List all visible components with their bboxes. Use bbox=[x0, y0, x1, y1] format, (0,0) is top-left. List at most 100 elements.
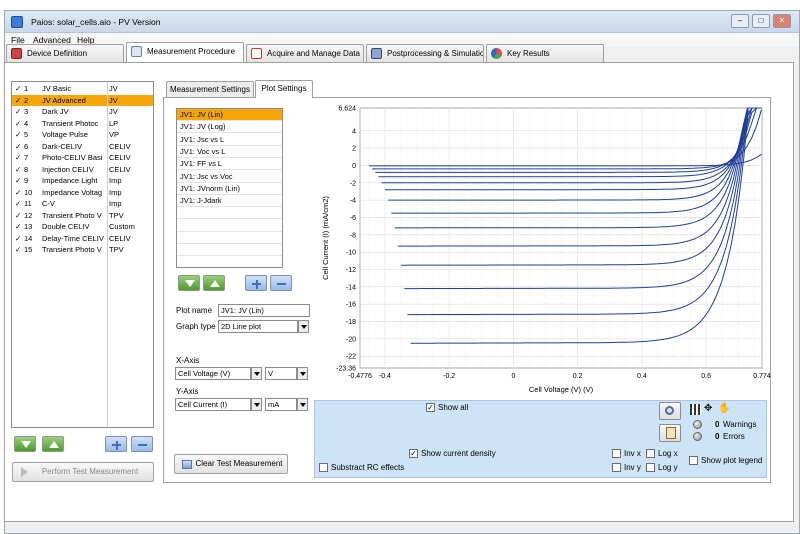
plot-list-empty-row[interactable] bbox=[177, 220, 282, 232]
step-name: JV Advanced bbox=[42, 95, 86, 105]
tab-measurement-procedure[interactable]: Measurement Procedure bbox=[126, 42, 244, 62]
step-row[interactable]: ✓ 7 Photo-CELIV Basi CELIV bbox=[12, 152, 153, 164]
step-row[interactable]: ✓ 14 Delay-Time CELIV CELIV bbox=[12, 233, 153, 245]
plot-list-item[interactable]: JV1: J-Jdark bbox=[177, 195, 282, 208]
plot-list-item[interactable]: JV1: Jsc vs L bbox=[177, 134, 282, 146]
plot-list-item[interactable]: JV1: FF vs L bbox=[177, 158, 282, 171]
y-tick-label: -8 bbox=[350, 232, 356, 239]
step-name: Transient Photo V bbox=[42, 245, 102, 254]
procedure-step-list[interactable]: ✓ 1 JV Basic JV ✓ 2 JV Advanced JV ✓ 3 Dark JV JV ✓ 4… bbox=[11, 81, 154, 428]
step-row[interactable]: ✓ 9 Impedance Light Imp bbox=[12, 175, 153, 187]
zoom-button[interactable] bbox=[659, 402, 681, 420]
graph-type-dropdown-icon[interactable] bbox=[298, 320, 309, 333]
perform-test-measurement-button[interactable]: Perform Test Measurement bbox=[12, 462, 154, 482]
graph-type-select[interactable]: 2D Line plot bbox=[218, 320, 298, 333]
plot-list-empty-row[interactable] bbox=[177, 257, 282, 267]
show-plot-legend-checkbox[interactable] bbox=[689, 456, 698, 465]
log-x-checkbox[interactable] bbox=[646, 449, 655, 458]
step-row[interactable]: ✓ 13 Double CELIV Custom bbox=[12, 221, 153, 233]
add-step-button[interactable] bbox=[105, 436, 127, 452]
substract-rc-checkbox[interactable] bbox=[319, 463, 328, 472]
show-all-checkbox[interactable]: ✓ bbox=[426, 403, 435, 412]
plot-move-down-button[interactable] bbox=[178, 275, 200, 291]
step-row[interactable]: ✓ 5 Voltage Pulse VP bbox=[12, 129, 153, 141]
step-check: ✓ bbox=[15, 222, 22, 231]
maximize-button[interactable]: □ bbox=[752, 14, 770, 28]
x-axis-quantity-select[interactable]: Cell Voltage (V) bbox=[175, 367, 251, 380]
y-axis-quantity-dropdown-icon[interactable] bbox=[251, 398, 262, 411]
inv-x-label: Inv x bbox=[624, 449, 641, 458]
step-check: ✓ bbox=[15, 233, 22, 243]
y-axis-unit-select[interactable]: mA bbox=[265, 398, 297, 411]
graph-type-label: Graph type bbox=[176, 322, 216, 331]
step-name: JV Basic bbox=[42, 84, 72, 93]
plot-list-item[interactable]: JV1: JVnorm (Lin) bbox=[177, 183, 282, 195]
step-row[interactable]: ✓ 3 Dark JV JV bbox=[12, 106, 153, 118]
step-row[interactable]: ✓ 1 JV Basic JV bbox=[12, 83, 153, 95]
step-number: 6 bbox=[24, 141, 29, 151]
y-tick-label: -14 bbox=[346, 284, 356, 291]
step-row[interactable]: ✓ 15 Transient Photo V TPV bbox=[12, 244, 153, 256]
step-type: JV bbox=[109, 107, 118, 116]
step-type: JV bbox=[109, 95, 118, 105]
plot-list-empty-row[interactable] bbox=[177, 232, 282, 244]
y-tick-label: -2 bbox=[350, 180, 356, 187]
step-name: Injection CELIV bbox=[42, 164, 94, 174]
x-axis-unit-dropdown-icon[interactable] bbox=[297, 367, 308, 380]
title-bar: Paios: solar_cells.aio - PV Version – □ … bbox=[5, 11, 799, 33]
log-y-label: Log y bbox=[658, 463, 678, 472]
step-number: 13 bbox=[24, 222, 33, 231]
move-down-button[interactable] bbox=[14, 436, 36, 452]
tab-key-results[interactable]: Key Results bbox=[486, 44, 604, 62]
x-axis-title: Cell Voltage (V) (V) bbox=[529, 385, 594, 394]
tab-device-definition[interactable]: Device Definition bbox=[6, 44, 124, 62]
plot-list-item[interactable]: JV1: Voc vs L bbox=[177, 146, 282, 158]
add-plot-button[interactable] bbox=[245, 275, 267, 291]
x-tick-label: -0.4776 bbox=[348, 373, 372, 380]
plot-list-item[interactable]: JV1: Jsc vs Voc bbox=[177, 171, 282, 183]
inv-x-checkbox[interactable] bbox=[612, 449, 621, 458]
y-axis-title: Cell Current (I) (mA/cm2) bbox=[321, 196, 330, 280]
tab-acquire-data[interactable]: Acquire and Manage Data bbox=[246, 44, 364, 62]
x-axis-unit-select[interactable]: V bbox=[265, 367, 297, 380]
tab-plot-settings[interactable]: Plot Settings bbox=[255, 80, 313, 98]
plot-list-item[interactable]: JV1: JV (Log) bbox=[177, 121, 282, 134]
tab-postprocessing[interactable]: Postprocessing & Simulatio bbox=[366, 44, 484, 62]
remove-step-button[interactable] bbox=[131, 436, 153, 452]
step-type: JV bbox=[109, 84, 118, 93]
jv-chart[interactable]: -0.4776 -0.4 -0.2 0 0.2 0.4 0.6 0.774 6.624 4 2 0 -2… bbox=[314, 100, 774, 398]
step-row[interactable]: ✓ 12 Transient Photo V TPV bbox=[12, 210, 153, 222]
step-type: CELIV bbox=[109, 164, 131, 174]
crosshair-tool-icon[interactable]: ✥ bbox=[704, 404, 712, 414]
plot-list-empty-row[interactable] bbox=[177, 244, 282, 257]
pan-hand-icon[interactable]: ✋ bbox=[718, 404, 730, 414]
show-current-density-checkbox[interactable]: ✓ bbox=[409, 449, 418, 458]
plot-name-input[interactable]: JV1: JV (Lin) bbox=[218, 304, 310, 317]
plot-list-item[interactable]: JV1: JV (Lin) bbox=[177, 109, 282, 121]
step-row[interactable]: ✓ 8 Injection CELIV CELIV bbox=[12, 164, 153, 176]
y-axis-unit-dropdown-icon[interactable] bbox=[297, 398, 308, 411]
step-row[interactable]: ✓ 11 C-V Imp bbox=[12, 198, 153, 210]
x-tick-label: 0.774 bbox=[753, 373, 771, 380]
plot-list[interactable]: JV1: JV (Lin) JV1: JV (Log) JV1: Jsc vs LJ… bbox=[176, 108, 283, 268]
step-row[interactable]: ✓ 10 Impedance Voltag Imp bbox=[12, 187, 153, 199]
plot-list-empty-row[interactable] bbox=[177, 207, 282, 220]
minimize-button[interactable]: – bbox=[731, 14, 749, 28]
plot-move-up-button[interactable] bbox=[203, 275, 225, 291]
step-row[interactable]: ✓ 6 Dark-CELIV CELIV bbox=[12, 141, 153, 153]
close-button[interactable]: ✕ bbox=[773, 14, 791, 28]
clear-test-measurement-button[interactable]: Clear Test Measurement bbox=[174, 454, 288, 474]
step-row[interactable]: ✓ 2 JV Advanced JV bbox=[12, 94, 153, 106]
log-y-checkbox[interactable] bbox=[646, 463, 655, 472]
y-axis-quantity-select[interactable]: Cell Current (I) bbox=[175, 398, 251, 411]
inv-y-checkbox[interactable] bbox=[612, 463, 621, 472]
remove-plot-button[interactable] bbox=[270, 275, 292, 291]
tab-measurement-settings[interactable]: Measurement Settings bbox=[166, 81, 254, 97]
step-row[interactable]: ✓ 4 Transient Photoc LP bbox=[12, 118, 153, 130]
clipboard-button[interactable] bbox=[659, 424, 681, 442]
column-separator bbox=[107, 82, 108, 427]
results-icon bbox=[491, 48, 502, 59]
grid-tool-icon[interactable] bbox=[690, 404, 701, 415]
move-up-button[interactable] bbox=[42, 436, 64, 452]
x-axis-quantity-dropdown-icon[interactable] bbox=[251, 367, 262, 380]
